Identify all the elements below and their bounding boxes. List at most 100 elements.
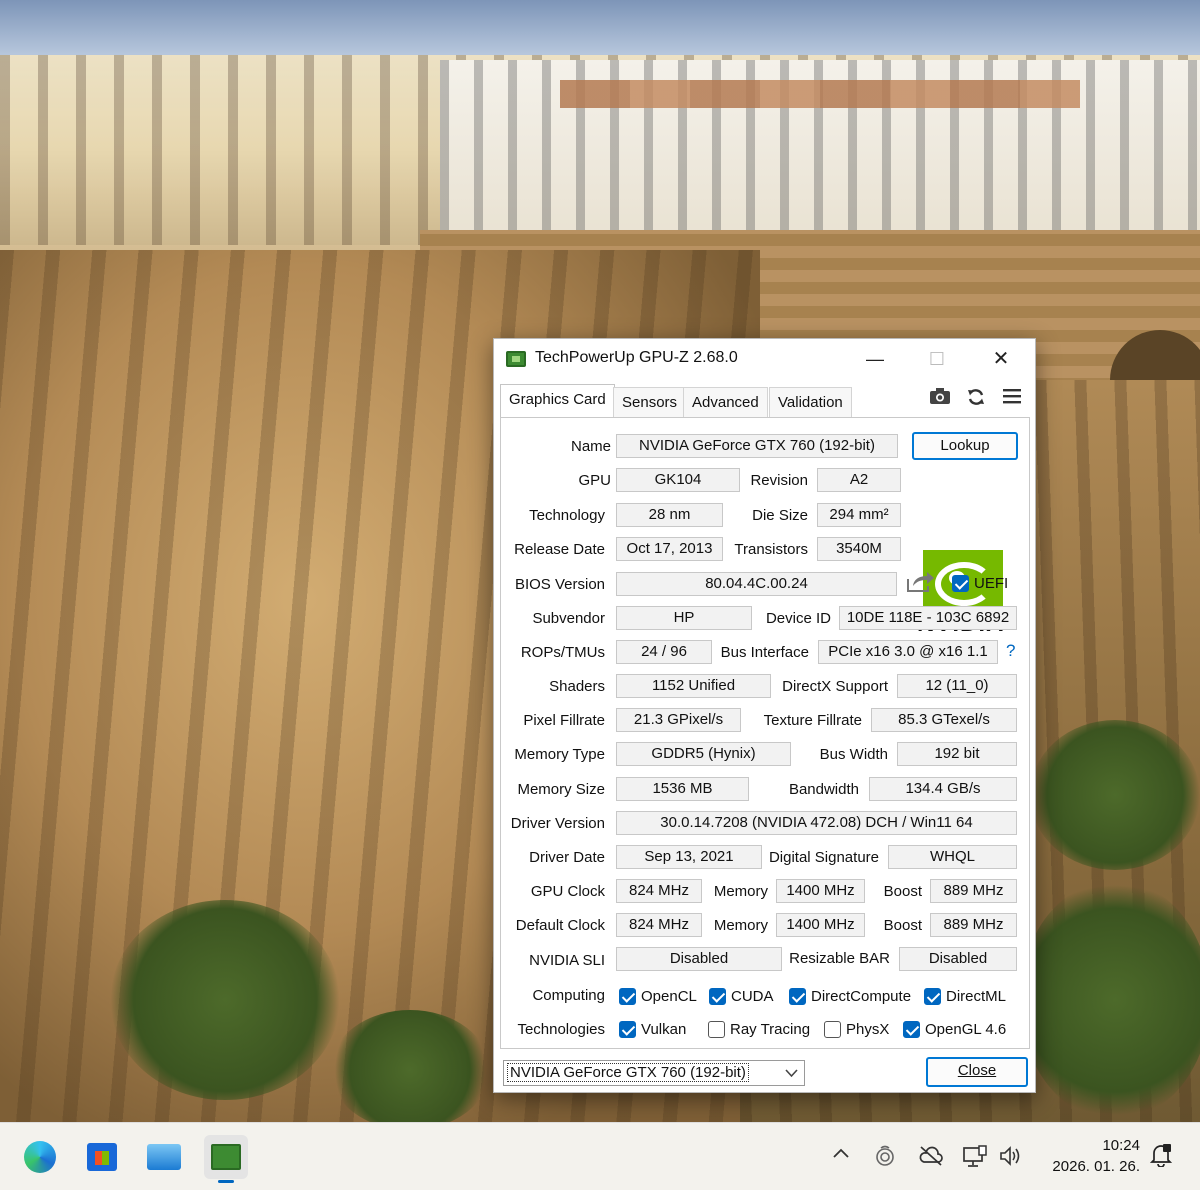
transistors-value: 3540M [817,537,901,561]
memory-type-value: GDDR5 (Hynix) [616,742,791,766]
subvendor-label: Subvendor [532,610,605,627]
bus-width-label: Bus Width [819,746,888,763]
close-button-label: Close [957,1062,997,1079]
rops-tmus-value: 24 / 96 [616,640,712,664]
gpu-value: GK104 [616,468,740,492]
technologies-label: Technologies [517,1021,605,1038]
release-date-label: Release Date [514,541,605,558]
directml-check-icon [924,988,941,1005]
edge-icon[interactable] [18,1135,62,1179]
lookup-button[interactable]: Lookup [912,432,1018,460]
default-clock-label: Default Clock [515,917,605,934]
directcompute-checkbox[interactable]: DirectCompute [789,988,911,1005]
physx-checkbox[interactable]: PhysX [824,1021,889,1038]
gpu-select-dropdown[interactable]: NVIDIA GeForce GTX 760 (192-bit) [503,1060,805,1086]
bus-interface-value: PCIe x16 3.0 @ x16 1.1 [818,640,998,664]
network-icon[interactable] [962,1145,988,1174]
menu-icon[interactable] [1000,387,1024,409]
bus-interface-help-icon[interactable]: ? [1006,641,1015,661]
cuda-checkbox[interactable]: CUDA [709,988,774,1005]
bios-version-label: BIOS Version [514,576,605,593]
gpu-clock-boost-value: 889 MHz [930,879,1017,903]
pixel-fillrate-value: 21.3 GPixel/s [616,708,741,732]
share-bios-icon[interactable] [905,570,935,594]
chevron-down-icon [785,1061,798,1093]
default-clock-boost-label: Boost [883,917,922,934]
close-button[interactable]: Close [926,1057,1028,1087]
die-size-value: 294 mm² [817,503,901,527]
refresh-icon[interactable] [964,387,988,409]
gpu-clock-boost-label: Boost [883,883,922,900]
opengl-label: OpenGL 4.6 [925,1021,1007,1038]
tray-chevron-up-icon[interactable] [832,1145,850,1168]
store-logo [87,1143,117,1171]
maximize-button[interactable]: ☐ [914,339,960,379]
clock-date: 2026. 01. 26. [1052,1158,1140,1175]
tab-validation[interactable]: Validation [769,387,852,417]
uefi-checkbox[interactable]: UEFI [952,575,1008,592]
pixel-fillrate-label: Pixel Fillrate [523,712,605,729]
close-window-button[interactable]: ✕ [978,339,1024,379]
opencl-check-icon [619,988,636,1005]
ray-tracing-label: Ray Tracing [730,1021,811,1038]
clock[interactable]: 10:24 2026. 01. 26. [1052,1135,1140,1177]
driver-date-label: Driver Date [529,849,605,866]
directx-value: 12 (11_0) [897,674,1017,698]
memory-size-label: Memory Size [517,781,605,798]
cloud-off-icon[interactable] [918,1145,944,1172]
wallpaper-roofs [560,80,1080,108]
texture-fillrate-label: Texture Fillrate [763,712,862,729]
driver-version-label: Driver Version [510,815,605,832]
wallpaper-bush [330,1010,490,1122]
shaders-value: 1152 Unified [616,674,771,698]
title-bar[interactable]: TechPowerUp GPU-Z 2.68.0 — ☐ ✕ [494,339,1035,381]
window-title: TechPowerUp GPU-Z 2.68.0 [535,349,738,366]
opencl-label: OpenCL [641,988,697,1005]
texture-fillrate-value: 85.3 GTexel/s [871,708,1017,732]
cuda-check-icon [709,988,726,1005]
directml-checkbox[interactable]: DirectML [924,988,1006,1005]
memory-size-value: 1536 MB [616,777,749,801]
edge-logo [24,1141,56,1173]
opengl-checkbox[interactable]: OpenGL 4.6 [903,1021,1006,1038]
notification-bell-icon[interactable] [1149,1143,1173,1172]
physx-label: PhysX [846,1021,890,1038]
gpuz-icon[interactable] [204,1135,248,1183]
taskbar: 10:24 2026. 01. 26. [0,1122,1200,1190]
default-clock-memory-value: 1400 MHz [776,913,865,937]
security-tray-icon[interactable] [874,1145,896,1172]
gpuz-app-icon [506,351,526,367]
vulkan-check-icon [619,1021,636,1038]
minimize-button[interactable]: — [852,339,898,379]
subvendor-value: HP [616,606,752,630]
store-icon[interactable] [80,1135,124,1179]
tab-sensors[interactable]: Sensors [613,387,687,417]
driver-date-value: Sep 13, 2021 [616,845,762,869]
default-clock-boost-value: 889 MHz [930,913,1017,937]
device-id-value: 10DE 118E - 103C 6892 [839,606,1017,630]
graphics-card-panel: Name NVIDIA GeForce GTX 760 (192-bit) Lo… [500,417,1030,1049]
gpuz-window: TechPowerUp GPU-Z 2.68.0 — ☐ ✕ Graphics … [493,338,1036,1093]
tab-graphics-card[interactable]: Graphics Card [500,384,615,417]
photos-icon[interactable] [142,1135,186,1179]
gpu-clock-value: 824 MHz [616,879,702,903]
ray-tracing-checkbox[interactable]: Ray Tracing [708,1021,810,1038]
tab-advanced[interactable]: Advanced [683,387,768,417]
vulkan-label: Vulkan [641,1021,687,1038]
vulkan-checkbox[interactable]: Vulkan [619,1021,686,1038]
bus-interface-label: Bus Interface [720,644,809,661]
rops-tmus-label: ROPs/TMUs [520,644,605,661]
default-clock-value: 824 MHz [616,913,702,937]
directx-label: DirectX Support [782,678,888,695]
directcompute-check-icon [789,988,806,1005]
technology-label: Technology [529,507,605,524]
cuda-label: CUDA [731,988,774,1005]
camera-icon[interactable] [928,387,952,409]
clock-time: 10:24 [1102,1137,1140,1154]
opencl-checkbox[interactable]: OpenCL [619,988,697,1005]
volume-icon[interactable] [998,1145,1024,1172]
die-size-label: Die Size [752,507,808,524]
directml-label: DirectML [946,988,1007,1005]
name-label: Name [570,438,611,455]
release-date-value: Oct 17, 2013 [616,537,723,561]
